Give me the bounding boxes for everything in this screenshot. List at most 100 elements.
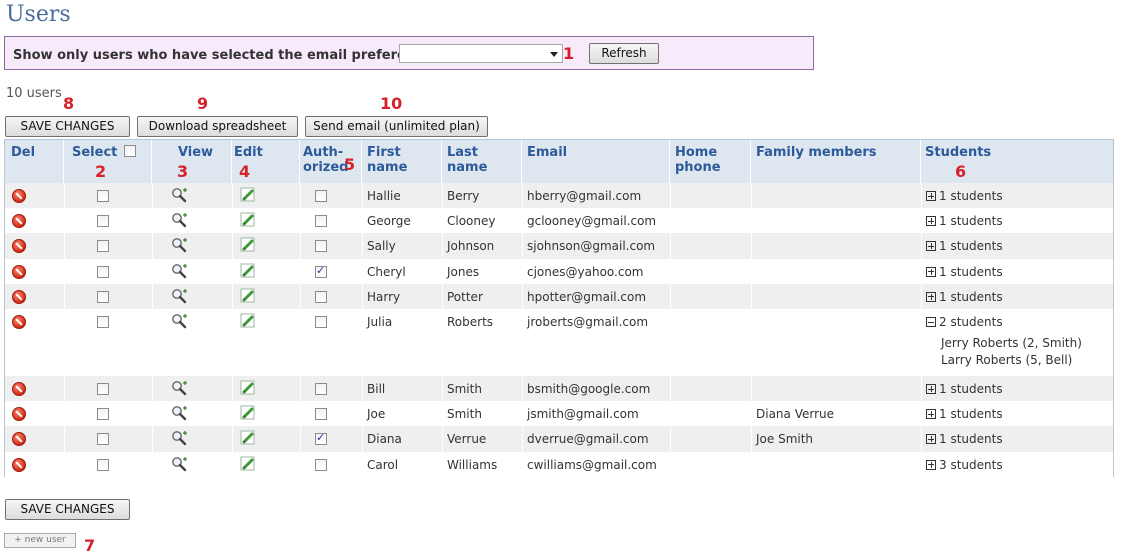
email-cell: gclooney@gmail.com — [527, 214, 657, 229]
students-count: 1 students — [939, 407, 1003, 422]
select-checkbox[interactable] — [97, 433, 109, 446]
select-checkbox[interactable] — [97, 265, 109, 278]
first-name-cell: Carol — [367, 457, 399, 472]
pencil-icon[interactable] — [240, 187, 256, 207]
select-checkbox[interactable] — [97, 408, 109, 421]
plus-box-icon[interactable] — [926, 384, 936, 394]
save-changes-button-top[interactable]: SAVE CHANGES — [5, 116, 130, 137]
authorized-checkbox[interactable] — [315, 408, 327, 421]
pencil-icon[interactable] — [240, 405, 256, 425]
table-row: Carol Williams cwilliams@gmail.com 3 studen… — [5, 451, 1113, 477]
students-cell[interactable]: 3 students — [926, 458, 1003, 472]
delete-icon[interactable] — [12, 239, 26, 254]
header-students: Students 6 — [925, 145, 992, 181]
students-count: 1 students — [939, 382, 1003, 396]
save-changes-button-bottom[interactable]: SAVE CHANGES — [5, 499, 130, 520]
students-cell[interactable]: 1 students — [926, 214, 1003, 228]
select-checkbox[interactable] — [97, 383, 109, 395]
pencil-icon[interactable] — [240, 288, 256, 308]
delete-icon[interactable] — [12, 315, 26, 329]
email-cell: bsmith@google.com — [527, 382, 651, 396]
magnifier-icon[interactable] — [171, 380, 189, 400]
delete-icon[interactable] — [12, 189, 26, 203]
select-checkbox[interactable] — [97, 240, 109, 253]
plus-box-icon[interactable] — [926, 216, 936, 227]
download-spreadsheet-button[interactable]: Download spreadsheet — [137, 116, 298, 137]
authorized-checkbox[interactable] — [315, 458, 327, 471]
plus-box-icon[interactable] — [926, 241, 936, 252]
column-divider — [152, 183, 153, 476]
pencil-icon[interactable] — [240, 237, 256, 257]
email-cell: jroberts@gmail.com — [527, 315, 649, 329]
email-preference-select[interactable] — [399, 44, 563, 63]
plus-box-icon[interactable] — [926, 291, 936, 302]
students-cell[interactable]: 1 students — [926, 189, 1003, 203]
select-checkbox[interactable] — [97, 290, 109, 303]
delete-icon[interactable] — [12, 407, 26, 422]
magnifier-icon[interactable] — [171, 430, 189, 450]
delete-icon[interactable] — [12, 457, 26, 472]
header-last-name: Last name — [442, 140, 522, 183]
table-row: Julia Roberts jroberts@gmail.com 2 students… — [5, 309, 1113, 376]
pencil-icon[interactable] — [240, 212, 256, 232]
plus-box-icon[interactable] — [926, 409, 936, 420]
authorized-checkbox[interactable] — [315, 316, 327, 328]
pencil-icon[interactable] — [240, 313, 256, 333]
authorized-checkbox[interactable] — [315, 383, 327, 395]
send-email-button[interactable]: Send email (unlimited plan) — [305, 116, 488, 137]
magnifier-icon[interactable] — [171, 263, 189, 283]
magnifier-icon[interactable] — [171, 288, 189, 308]
new-user-button[interactable]: + new user — [4, 533, 76, 548]
first-name-cell: Sally — [367, 239, 396, 254]
delete-icon[interactable] — [12, 264, 26, 279]
header-authorized: Auth-orized 5 — [300, 140, 362, 183]
first-name-cell: George — [367, 214, 411, 229]
students-cell[interactable]: 1 students — [926, 407, 1003, 421]
table-row: Hallie Berry hberry@gmail.com 1 students — [5, 183, 1113, 209]
select-checkbox[interactable] — [97, 215, 109, 228]
magnifier-icon[interactable] — [171, 237, 189, 257]
authorized-checkbox[interactable] — [315, 290, 327, 303]
marker-9: 9 — [197, 94, 209, 113]
select-checkbox[interactable] — [97, 190, 109, 202]
delete-icon[interactable] — [12, 289, 26, 304]
delete-icon[interactable] — [12, 432, 26, 447]
pencil-icon[interactable] — [240, 430, 256, 450]
pencil-icon[interactable] — [240, 380, 256, 400]
authorized-checkbox[interactable] — [315, 215, 327, 228]
students-cell[interactable]: 2 students — [926, 315, 1003, 329]
family-members-cell: Diana Verrue — [756, 407, 835, 422]
students-cell[interactable]: 1 students — [926, 382, 1003, 396]
authorized-checkbox[interactable] — [315, 264, 327, 278]
magnifier-icon[interactable] — [171, 456, 189, 476]
magnifier-icon[interactable] — [171, 187, 189, 207]
delete-icon[interactable] — [12, 382, 26, 396]
authorized-checkbox[interactable] — [315, 431, 327, 446]
authorized-checkbox[interactable] — [315, 190, 327, 202]
page-title: Users — [6, 2, 71, 27]
plus-box-icon[interactable] — [926, 266, 936, 277]
students-cell[interactable]: 1 students — [926, 432, 1003, 446]
header-view: View 3 — [152, 140, 232, 183]
select-all-checkbox[interactable] — [123, 145, 136, 157]
magnifier-icon[interactable] — [171, 212, 189, 232]
magnifier-icon[interactable] — [171, 313, 189, 333]
minus-box-icon[interactable] — [926, 317, 936, 327]
students-cell[interactable]: 1 students — [926, 290, 1003, 304]
pencil-icon[interactable] — [240, 456, 256, 476]
students-cell[interactable]: 1 students — [926, 265, 1003, 279]
refresh-button[interactable]: Refresh — [589, 43, 659, 64]
delete-icon[interactable] — [12, 214, 26, 229]
plus-box-icon[interactable] — [926, 191, 936, 201]
email-cell: cjones@yahoo.com — [527, 264, 644, 279]
plus-box-icon[interactable] — [926, 459, 936, 470]
marker-5: 5 — [344, 155, 356, 174]
pencil-icon[interactable] — [240, 263, 256, 283]
authorized-checkbox[interactable] — [315, 240, 327, 253]
select-checkbox[interactable] — [97, 316, 109, 328]
last-name-cell: Smith — [447, 407, 482, 422]
magnifier-icon[interactable] — [171, 405, 189, 425]
plus-box-icon[interactable] — [926, 434, 936, 445]
select-checkbox[interactable] — [97, 458, 109, 471]
students-cell[interactable]: 1 students — [926, 239, 1003, 253]
